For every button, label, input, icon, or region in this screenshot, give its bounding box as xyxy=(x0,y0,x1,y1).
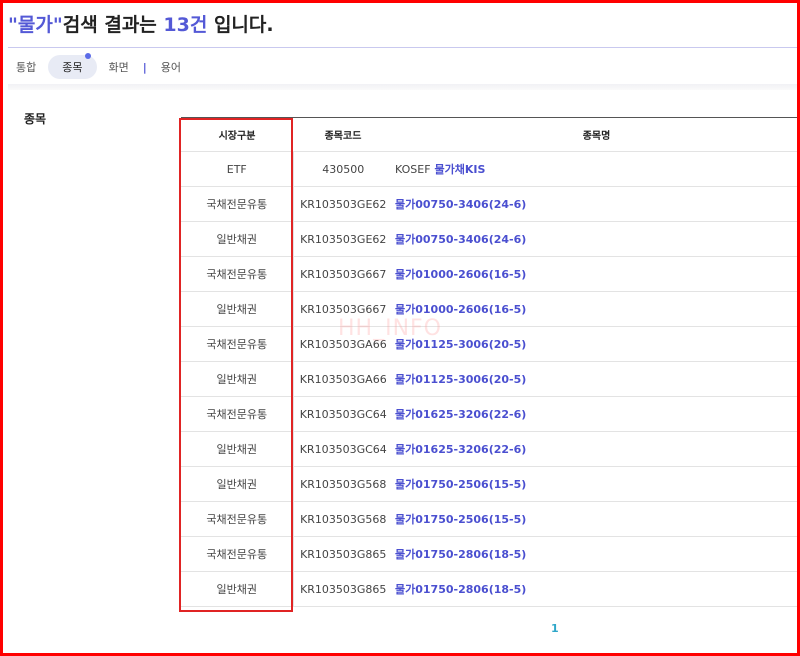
pagination: 1 xyxy=(551,622,559,635)
tab-separator: | xyxy=(142,60,147,74)
table-row: 국채전문유통 KR103503G667 물가01000-2606(16-5) xyxy=(181,256,800,292)
bond-name-link[interactable]: 물가01750-2806(18-5) xyxy=(395,583,526,596)
bond-name-link[interactable]: 물가01000-2606(16-5) xyxy=(395,268,526,281)
header-name: 종목명 xyxy=(393,117,800,152)
table-row: 국채전문유통 KR103503GA66 물가01125-3006(20-5) xyxy=(181,326,800,362)
table-row: 일반채권 KR103503GE62 물가00750-3406(24-6) xyxy=(181,221,800,257)
active-dot-indicator xyxy=(84,53,91,59)
cell-market: 일반채권 xyxy=(181,571,294,607)
cell-code: KR103503GA66 xyxy=(293,326,393,362)
cell-market: 일반채권 xyxy=(181,291,294,327)
bond-name-link[interactable]: 물가01750-2506(15-5) xyxy=(395,513,526,526)
cell-name: KOSEF 물가채KIS xyxy=(393,151,800,187)
cell-code: KR103503GE62 xyxy=(293,221,393,257)
table-row: 일반채권 KR103503GC64 물가01625-3206(22-6) xyxy=(181,431,800,467)
cell-name: 물가00750-3406(24-6) xyxy=(393,221,800,257)
cell-name: 물가01750-2506(15-5) xyxy=(393,501,800,537)
bond-name-link[interactable]: 물가01750-2806(18-5) xyxy=(395,548,526,561)
cell-code: KR103503G667 xyxy=(293,256,393,292)
cell-code: KR103503G568 xyxy=(293,501,393,537)
cell-name: 물가01000-2606(16-5) xyxy=(393,256,800,292)
table-row: 국채전문유통 KR103503G865 물가01750-2806(18-5) xyxy=(181,536,800,572)
heading-divider xyxy=(8,47,800,48)
result-count: 13건 xyxy=(163,14,208,36)
cell-code: KR103503GC64 xyxy=(293,396,393,432)
page-link-1[interactable]: 1 xyxy=(551,622,559,635)
cell-code: KR103503G865 xyxy=(293,571,393,607)
cell-name: 물가01750-2506(15-5) xyxy=(393,466,800,502)
bond-name-link[interactable]: 물가01125-3006(20-5) xyxy=(395,373,526,386)
bond-name-link[interactable]: 물가01625-3206(22-6) xyxy=(395,408,526,421)
cell-name: 물가00750-3406(24-6) xyxy=(393,186,800,222)
cell-market: 국채전문유통 xyxy=(181,326,294,362)
cell-code: KR103503G865 xyxy=(293,536,393,572)
bond-name-link[interactable]: 물가00750-3406(24-6) xyxy=(395,233,526,246)
bond-name-link[interactable]: 물가01625-3206(22-6) xyxy=(395,443,526,456)
cell-code: 430500 xyxy=(293,151,393,187)
section-title: 종목 xyxy=(24,112,47,126)
cell-market: 일반채권 xyxy=(181,431,294,467)
cell-name: 물가01625-3206(22-6) xyxy=(393,396,800,432)
cell-code: KR103503GE62 xyxy=(293,186,393,222)
tab-stocks[interactable]: 종목 xyxy=(48,53,97,79)
tab-all[interactable]: 통합 xyxy=(8,56,44,78)
cell-market: 국채전문유통 xyxy=(181,501,294,537)
header-code: 종목코드 xyxy=(293,117,393,152)
search-result-heading: "물가"검색 결과는 13건 입니다. xyxy=(8,10,274,37)
cell-market: 일반채권 xyxy=(181,221,294,257)
heading-text: 검색 결과는 xyxy=(62,14,164,36)
cell-code: KR103503G667 xyxy=(293,291,393,327)
bond-name-link[interactable]: 물가01750-2506(15-5) xyxy=(395,478,526,491)
name-prefix: KOSEF xyxy=(395,163,431,176)
tab-terms[interactable]: 용어 xyxy=(153,56,189,78)
cell-name: 물가01750-2806(18-5) xyxy=(393,536,800,572)
table-row: 일반채권 KR103503G568 물가01750-2506(15-5) xyxy=(181,466,800,502)
cell-code: KR103503GC64 xyxy=(293,431,393,467)
tab-stocks-label: 종목 xyxy=(62,61,83,74)
heading-suffix: 입니다. xyxy=(207,14,274,36)
cell-name: 물가01625-3206(22-6) xyxy=(393,431,800,467)
results-table: 시장구분 종목코드 종목명 ETF 430500 KOSEF 물가채KIS 국채전문유통… xyxy=(181,117,800,607)
tabs-bottom-shade xyxy=(8,84,800,90)
table-row: 국채전문유통 KR103503GE62 물가00750-3406(24-6) xyxy=(181,186,800,222)
cell-code: KR103503GA66 xyxy=(293,361,393,397)
table-row: 국채전문유통 KR103503GC64 물가01625-3206(22-6) xyxy=(181,396,800,432)
tab-screens[interactable]: 화면 xyxy=(101,56,137,78)
cell-market: 일반채권 xyxy=(181,466,294,502)
cell-market: ETF xyxy=(181,151,294,187)
cell-market: 일반채권 xyxy=(181,361,294,397)
bond-name-link[interactable]: 물가01125-3006(20-5) xyxy=(395,338,526,351)
table-row: 국채전문유통 KR103503G568 물가01750-2506(15-5) xyxy=(181,501,800,537)
cell-market: 국채전문유통 xyxy=(181,186,294,222)
cell-market: 국채전문유통 xyxy=(181,536,294,572)
cell-name: 물가01000-2606(16-5) xyxy=(393,291,800,327)
table-row: 일반채권 KR103503G865 물가01750-2806(18-5) xyxy=(181,571,800,607)
cell-code: KR103503G568 xyxy=(293,466,393,502)
header-market: 시장구분 xyxy=(181,117,293,152)
category-tabs: 통합 종목 화면 | 용어 xyxy=(8,53,193,79)
cell-market: 국채전문유통 xyxy=(181,256,294,292)
table-row: 일반채권 KR103503GA66 물가01125-3006(20-5) xyxy=(181,361,800,397)
search-keyword: "물가" xyxy=(8,14,63,36)
bond-name-link[interactable]: 물가01000-2606(16-5) xyxy=(395,303,526,316)
cell-name: 물가01125-3006(20-5) xyxy=(393,361,800,397)
cell-market: 국채전문유통 xyxy=(181,396,294,432)
table-row: ETF 430500 KOSEF 물가채KIS xyxy=(181,151,800,187)
table-row: 일반채권 KR103503G667 물가01000-2606(16-5) xyxy=(181,291,800,327)
cell-name: 물가01125-3006(20-5) xyxy=(393,326,800,362)
bond-name-link[interactable]: 물가채KIS xyxy=(435,163,486,176)
bond-name-link[interactable]: 물가00750-3406(24-6) xyxy=(395,198,526,211)
table-header-row: 시장구분 종목코드 종목명 xyxy=(181,117,800,152)
cell-name: 물가01750-2806(18-5) xyxy=(393,571,800,607)
